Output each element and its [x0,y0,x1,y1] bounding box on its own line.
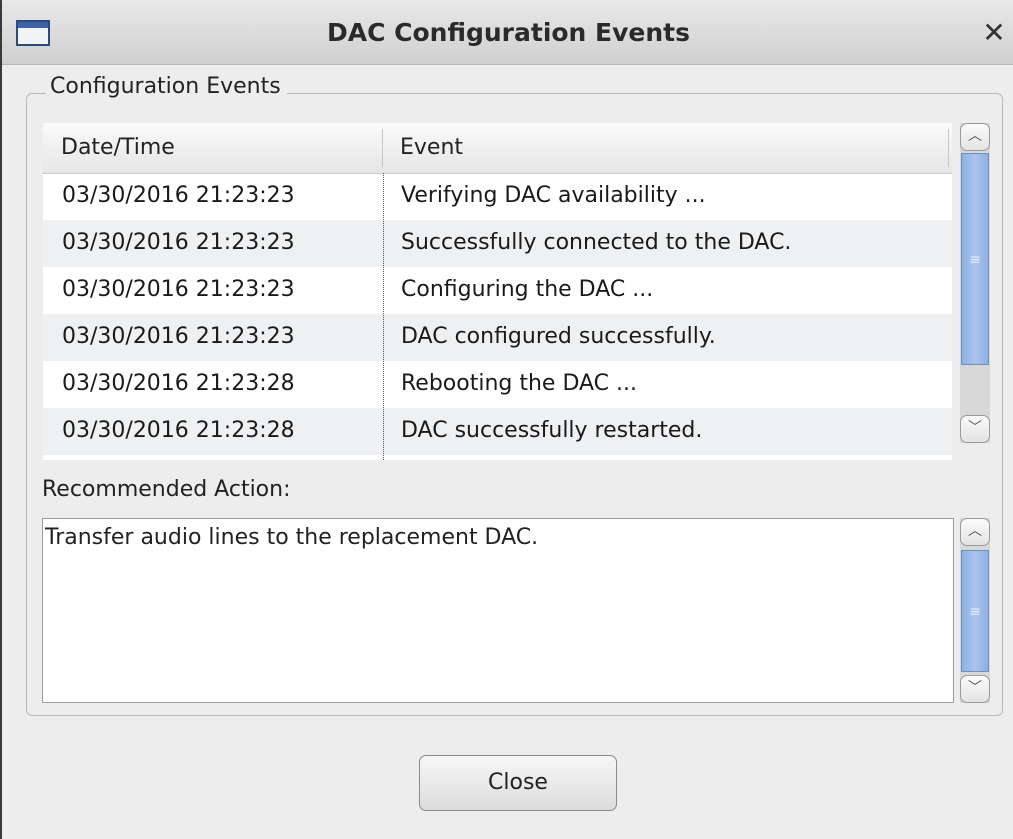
cell-event: Verifying DAC availability ... [401,183,706,208]
table-row[interactable]: 03/30/2016 21:23:23 Successfully connect… [43,220,952,267]
cell-event: Successfully connected to the DAC. [401,230,792,255]
recommended-action-textarea[interactable]: Transfer audio lines to the replacement … [42,518,954,703]
grip-icon: ≡ [969,604,981,620]
scrollbar-thumb[interactable]: ≡ [961,550,989,672]
group-legend: Configuration Events [46,74,287,99]
title-bar[interactable]: DAC Configuration Events ✕ [2,0,1013,65]
table-row[interactable]: 03/30/2016 21:23:23 DAC configured succe… [43,314,952,361]
column-separator[interactable] [382,129,383,167]
window-title: DAC Configuration Events [326,18,691,47]
cell-event: DAC successfully restarted. [401,418,703,443]
chevron-up-icon[interactable]: ︿ [960,518,990,546]
column-separator [948,129,949,167]
table-row[interactable]: 03/30/2016 21:23:28 DAC successfully res… [43,408,952,455]
cell-datetime: 03/30/2016 21:23:23 [62,277,295,302]
column-divider [383,173,384,460]
chevron-down-icon[interactable]: ﹀ [960,675,990,703]
recommended-action-label: Recommended Action: [42,477,291,502]
column-header-event[interactable]: Event [400,135,463,160]
close-button[interactable]: Close [419,755,617,811]
column-header-datetime[interactable]: Date/Time [61,135,175,160]
cell-datetime: 03/30/2016 21:23:23 [62,183,295,208]
scrollbar-thumb[interactable]: ≡ [961,153,989,365]
action-scrollbar[interactable]: ︿ ≡ ﹀ [960,518,990,703]
events-table: Date/Time Event 03/30/2016 21:23:23 Veri… [43,123,952,460]
dialog-window: DAC Configuration Events ✕ Configuration… [0,0,1013,839]
grip-icon: ≡ [969,252,981,268]
close-icon[interactable]: ✕ [981,16,1007,49]
table-row[interactable]: 03/30/2016 21:23:23 Configuring the DAC … [43,267,952,314]
recommended-action-text: Transfer audio lines to the replacement … [45,525,539,550]
table-header: Date/Time Event [43,123,952,174]
cell-datetime: 03/30/2016 21:23:23 [62,324,295,349]
cell-event: DAC configured successfully. [401,324,716,349]
cell-event: Configuring the DAC ... [401,277,654,302]
chevron-down-icon[interactable]: ﹀ [960,415,990,443]
cell-datetime: 03/30/2016 21:23:28 [62,418,295,443]
chevron-up-icon[interactable]: ︿ [960,123,990,151]
cell-datetime: 03/30/2016 21:23:28 [62,371,295,396]
table-row[interactable]: 03/30/2016 21:23:28 Rebooting the DAC ..… [43,361,952,408]
table-row[interactable]: 03/30/2016 21:23:23 Verifying DAC availa… [43,173,952,220]
cell-datetime: 03/30/2016 21:23:23 [62,230,295,255]
events-scrollbar[interactable]: ︿ ≡ ﹀ [960,123,990,443]
cell-event: Rebooting the DAC ... [401,371,638,396]
